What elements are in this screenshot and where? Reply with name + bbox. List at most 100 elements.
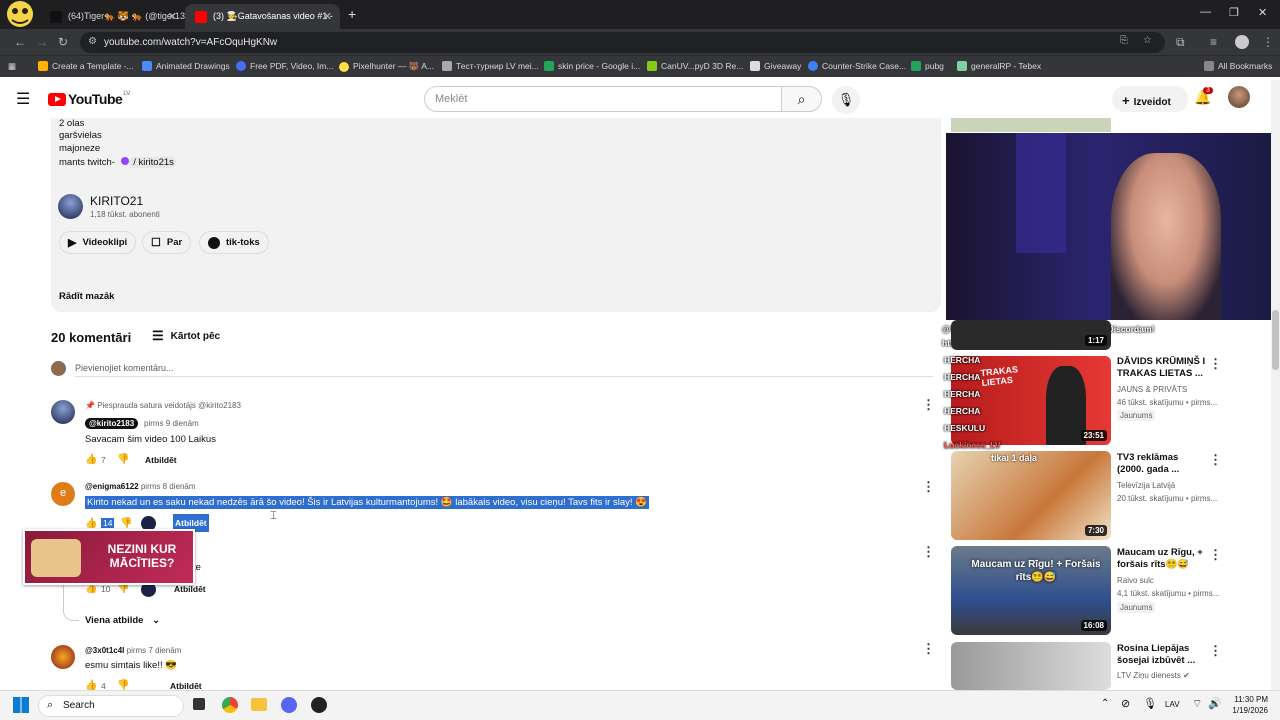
tab-youtube[interactable]: (3) 🧑‍🍳Gatavošanas video #1 - Y ✕ <box>185 4 340 29</box>
create-button[interactable]: + Izveidot <box>1112 86 1188 112</box>
menu-kebab-icon[interactable]: ⋮ <box>1262 35 1274 49</box>
bookmark-item[interactable]: Animated Drawings <box>142 61 230 71</box>
clock[interactable]: 11:30 PM 1/19/2026 <box>1226 694 1268 716</box>
profile-avatar[interactable] <box>1235 35 1249 49</box>
bookmark-item[interactable]: Free PDF, Video, Im... <box>236 61 333 71</box>
taskbar-search[interactable]: ⌕ Search <box>38 695 184 717</box>
tiktok-chip[interactable]: tik-toks <box>199 231 269 254</box>
bookmark-item[interactable]: CanUV...pyD 3D Re... <box>647 61 743 71</box>
reply-button[interactable]: Atbildēt <box>174 584 206 594</box>
task-view-icon[interactable] <box>193 698 205 710</box>
microphone-icon[interactable]: 🎙 <box>832 86 860 114</box>
bookmark-item[interactable]: Pixelhunter — 🐻 A... <box>339 61 434 72</box>
video-thumbnail[interactable]: Maucam uz Rīgu! + Foršais rīts😵‍💫😅 16:08 <box>951 546 1111 635</box>
avatar[interactable] <box>1228 86 1250 108</box>
comment-menu-icon[interactable]: ⋮ <box>922 397 935 413</box>
file-explorer-icon[interactable] <box>251 698 267 711</box>
hamburger-menu-icon[interactable]: ☰ <box>16 89 30 109</box>
dislike-icon[interactable]: 👎 <box>120 518 132 529</box>
windows-start-icon[interactable] <box>13 697 29 713</box>
new-tab-button[interactable]: + <box>348 6 356 22</box>
video-menu-icon[interactable]: ⋮ <box>1209 356 1222 372</box>
site-info-icon[interactable]: ⚙ <box>88 36 97 47</box>
video-menu-icon[interactable]: ⋮ <box>1209 452 1222 468</box>
comment-author[interactable]: @3x0t1c4l pirms 7 dienām <box>85 646 181 655</box>
video-channel[interactable]: Televīzija Latvijā <box>1117 481 1175 490</box>
avatar[interactable] <box>51 645 75 669</box>
dislike-icon[interactable]: 👎 <box>117 454 129 465</box>
close-tab-icon[interactable]: ✕ <box>323 10 332 23</box>
twitch-link[interactable]: / kirito21s <box>128 157 176 168</box>
tray-chevron-icon[interactable]: ⌃ <box>1101 698 1109 709</box>
video-thumbnail[interactable]: 1:17 <box>951 320 1111 350</box>
overlay-ad[interactable]: NEZINI KUR MĀCĪTIES? <box>23 529 195 585</box>
video-title[interactable]: TV3 reklāmas (2000. gada ... <box>1117 452 1207 476</box>
video-channel[interactable]: Raivo sulc <box>1117 576 1154 585</box>
avatar[interactable] <box>51 400 75 424</box>
video-title[interactable]: Rosina Liepājas šosejai izbūvēt ... <box>1117 643 1207 667</box>
back-icon[interactable]: ← <box>14 35 26 49</box>
discord-icon[interactable] <box>281 697 297 713</box>
replies-toggle[interactable]: Viena atbilde ⌄ <box>85 615 160 626</box>
media-controls-icon[interactable]: ≡ <box>1210 35 1217 49</box>
language-indicator[interactable]: LAV <box>1165 700 1180 709</box>
channel-avatar[interactable] <box>58 194 83 219</box>
scrollbar-thumb[interactable] <box>1272 310 1279 370</box>
volume-icon[interactable]: 🔊 <box>1208 697 1222 710</box>
chrome-icon[interactable] <box>222 697 238 713</box>
bookmark-item[interactable]: skin price - Google i... <box>544 61 640 71</box>
bookmark-item[interactable]: generalRP - Tebex <box>957 61 1041 71</box>
page-scrollbar[interactable] <box>1271 80 1280 690</box>
bookmark-item[interactable]: pubg <box>911 61 944 71</box>
avatar[interactable]: e <box>51 482 75 506</box>
video-thumbnail[interactable] <box>951 642 1111 690</box>
bookmark-item[interactable]: Create a Template -... <box>38 61 134 71</box>
about-chip[interactable]: ☐ Par <box>142 231 192 254</box>
all-bookmarks[interactable]: All Bookmarks <box>1204 61 1272 71</box>
search-input[interactable]: Meklēt <box>424 86 782 112</box>
reload-icon[interactable]: ↻ <box>58 35 68 49</box>
video-menu-icon[interactable]: ⋮ <box>1209 547 1222 563</box>
bookmark-star-icon[interactable]: ☆ <box>1143 35 1152 46</box>
network-icon[interactable]: ⊘ <box>1121 697 1130 710</box>
add-comment-input[interactable]: Pievienojiet komentāru... <box>75 363 933 377</box>
video-views: 46 tūkst. skatījumu • pirms... <box>1117 398 1218 407</box>
mic-tray-icon[interactable]: 🎙 <box>1143 697 1157 710</box>
comment-menu-icon[interactable]: ⋮ <box>922 641 935 657</box>
video-menu-icon[interactable]: ⋮ <box>1209 643 1222 659</box>
extensions-icon[interactable]: ⧉ <box>1176 35 1185 50</box>
comment-menu-icon[interactable]: ⋮ <box>922 479 935 495</box>
like-icon[interactable]: 👍 <box>85 454 97 465</box>
minimize-icon[interactable]: — <box>1200 6 1211 18</box>
video-channel[interactable]: LTV Ziņu dienests ✔ <box>1117 671 1190 680</box>
reply-button[interactable]: Atbildēt <box>145 455 177 465</box>
tab-tiger[interactable]: (64)Tiger🐅 🐯 🐅 (@tiger1390 ✕ <box>40 4 185 29</box>
channel-name[interactable]: KIRITO21 <box>90 194 143 208</box>
address-bar[interactable]: ⚙ youtube.com/watch?v=AFcOquHgKNw ⎘ ☆ <box>80 32 1165 53</box>
bookmark-item[interactable]: Giveaway <box>750 61 801 71</box>
videos-chip[interactable]: ▶ Videoklipi <box>59 231 137 254</box>
bookmark-item[interactable]: Тест-турнир LV mei... <box>442 61 539 71</box>
comment-time[interactable]: pirms 9 dienām <box>144 419 199 428</box>
youtube-logo[interactable]: YouTube LV <box>48 91 130 107</box>
forward-icon[interactable]: → <box>36 35 48 49</box>
comment-author[interactable]: @enigma6122 pirms 8 dienām <box>85 482 196 491</box>
close-tab-icon[interactable]: ✕ <box>168 10 177 23</box>
install-app-icon[interactable]: ⎘ <box>1120 35 1128 46</box>
video-channel[interactable]: JAUNS & PRIVĀTS <box>1117 385 1187 394</box>
bookmark-item[interactable]: Counter-Strike Case... <box>808 61 906 71</box>
comment-menu-icon[interactable]: ⋮ <box>922 544 935 560</box>
close-window-icon[interactable]: ✕ <box>1258 6 1267 19</box>
comment-author[interactable]: @kirito2183 <box>85 418 139 429</box>
wifi-icon[interactable]: ⌔ <box>1192 697 1202 711</box>
restore-icon[interactable]: ❐ <box>1229 6 1239 19</box>
video-title[interactable]: DĀVIDS KRŪMIŅŠ I TRAKAS LIETAS ... <box>1117 356 1207 380</box>
search-icon[interactable]: ⌕ <box>781 86 822 112</box>
apps-grid-icon[interactable]: ▦ <box>8 61 16 72</box>
video-thumbnail[interactable]: tikai 1 daļa 7:30 <box>951 451 1111 540</box>
like-icon[interactable]: 👍 <box>85 518 97 529</box>
video-title[interactable]: Maucam uz Rīgu, + foršais rīts😵‍💫😅 <box>1117 547 1207 571</box>
show-less-button[interactable]: Rādīt mazāk <box>59 291 114 302</box>
app-icon[interactable] <box>311 697 327 713</box>
sort-button[interactable]: ☰ Kārtot pēc <box>152 328 220 344</box>
